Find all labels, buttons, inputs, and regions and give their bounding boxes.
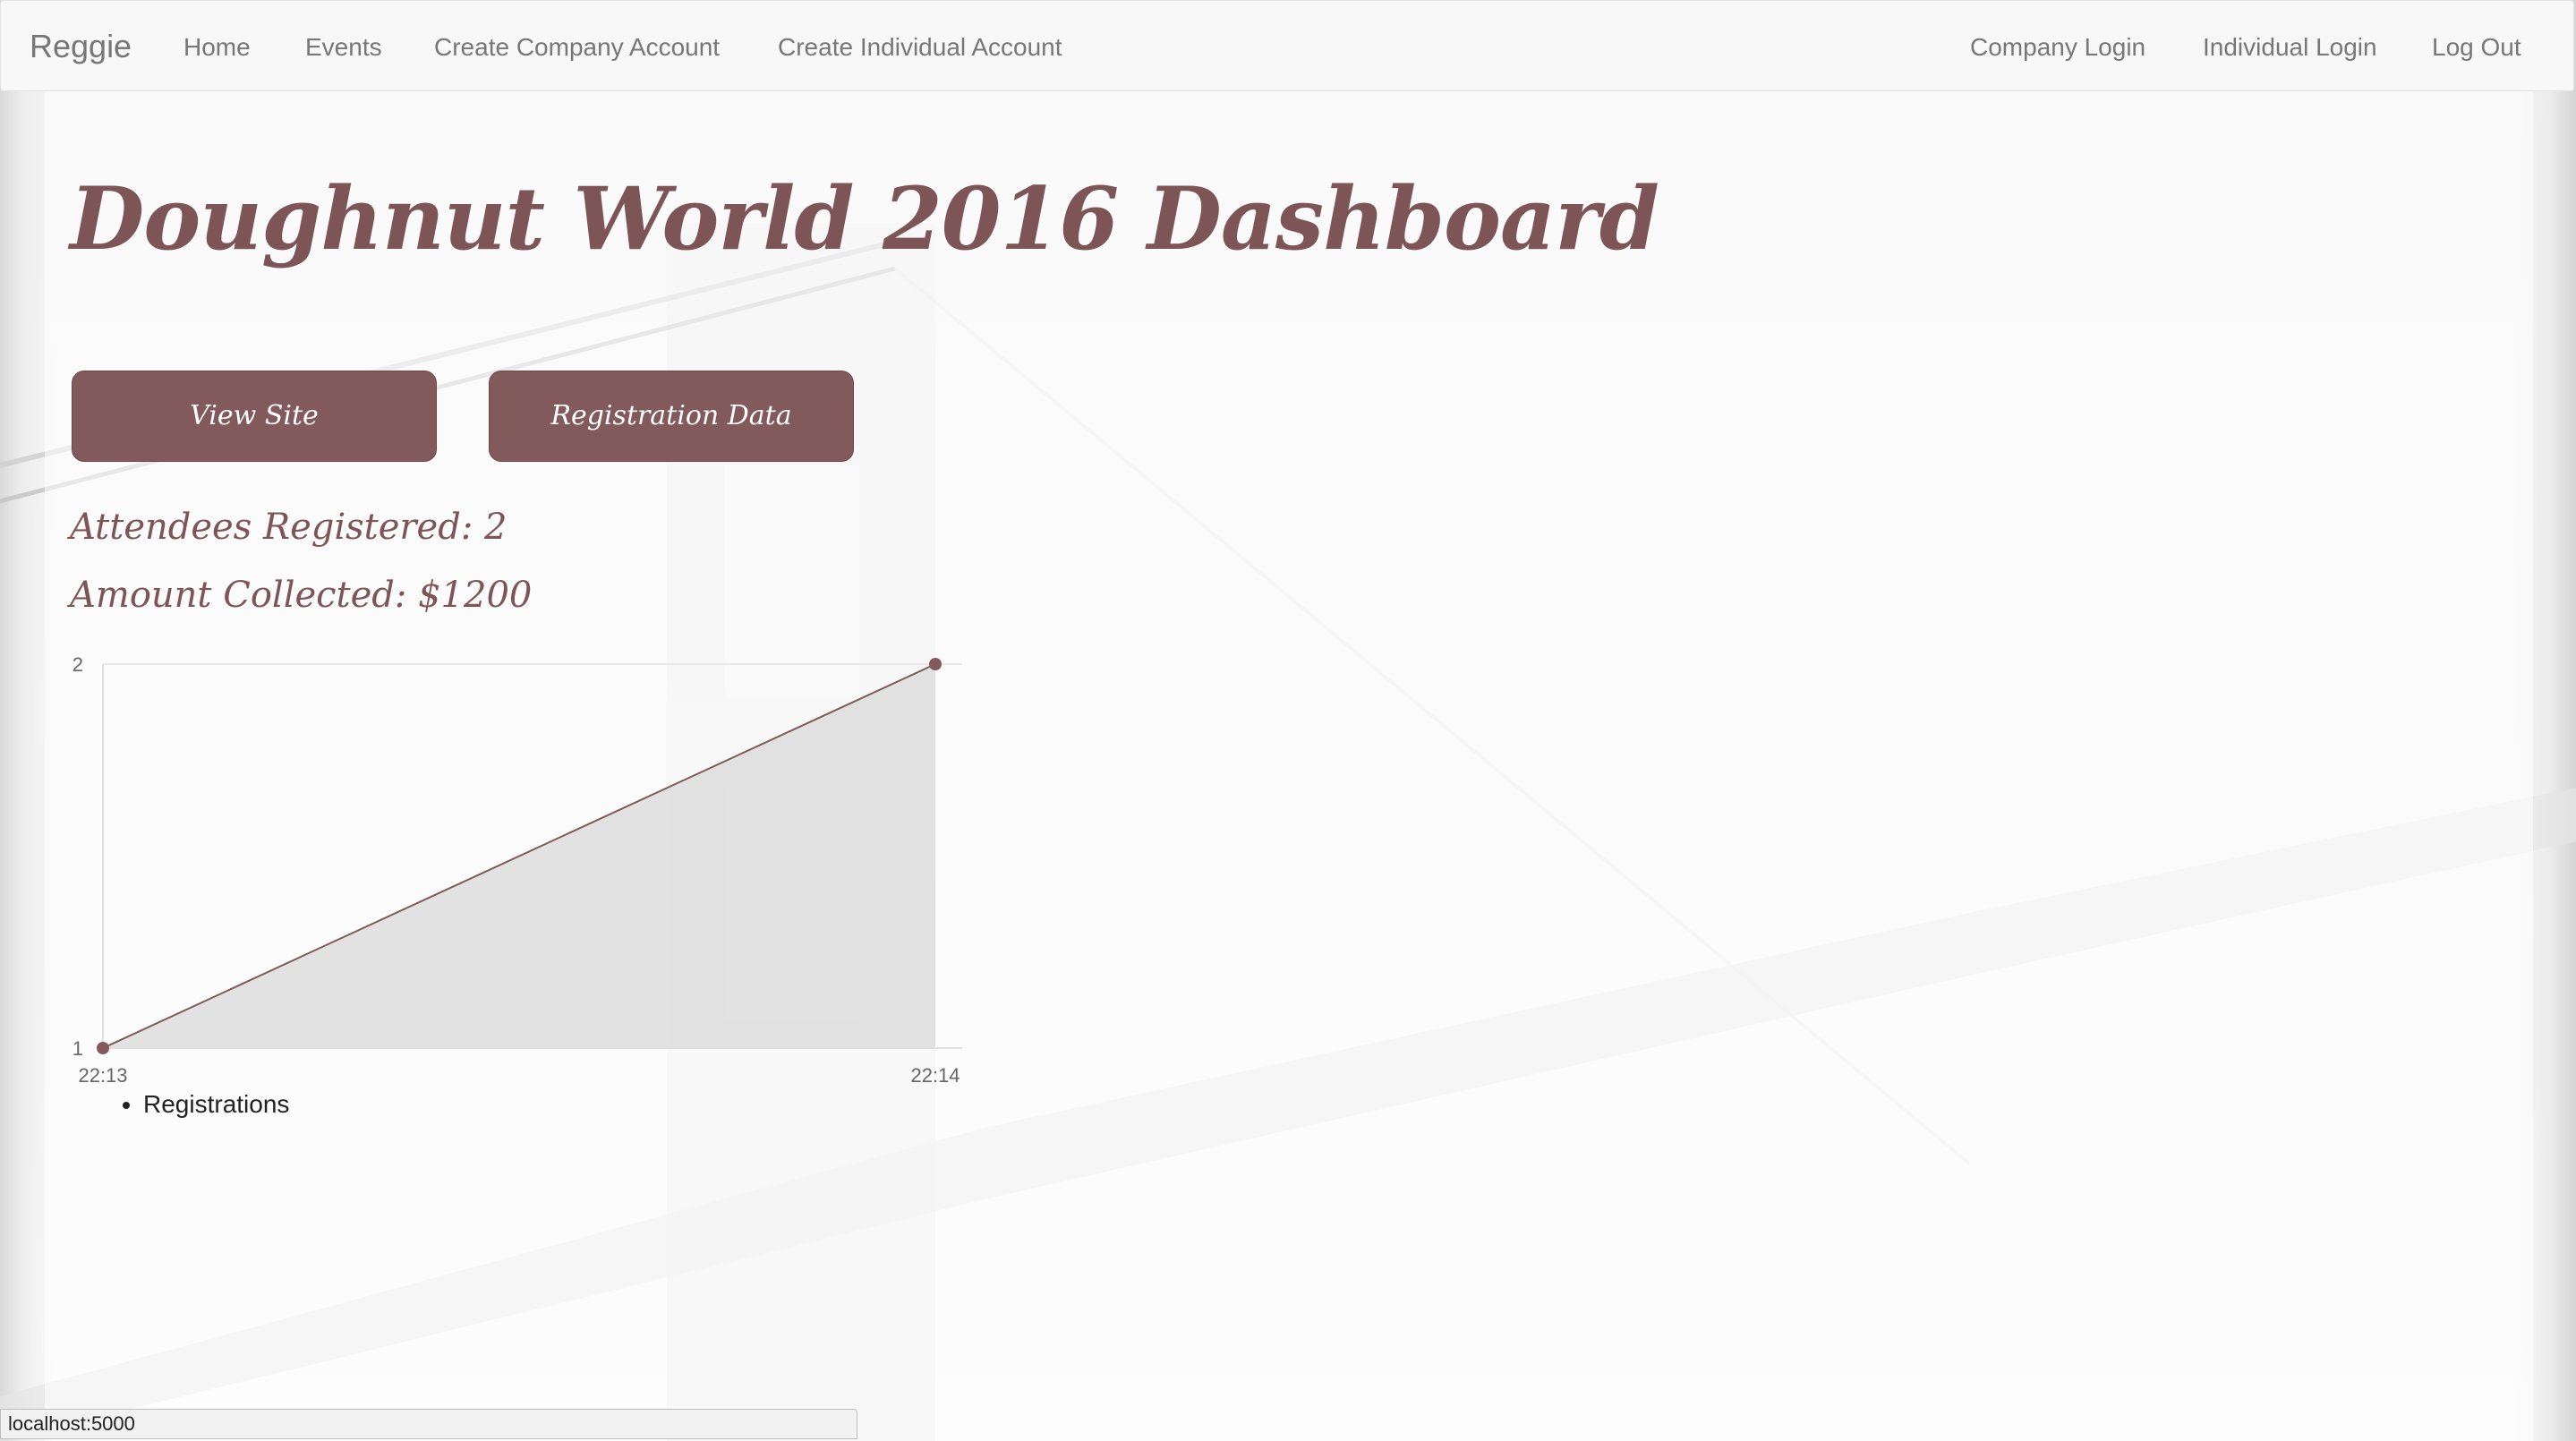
top-navbar: Reggie Home Events Create Company Accoun… <box>0 0 2574 91</box>
registrations-chart: 1 2 22:13 22:14 <box>73 653 962 1087</box>
nav-create-individual-account[interactable]: Create Individual Account <box>778 30 1062 65</box>
view-site-button[interactable]: View Site <box>72 371 437 462</box>
brand-logo[interactable]: Reggie <box>30 26 132 67</box>
registration-data-button[interactable]: Registration Data <box>489 371 854 462</box>
nav-individual-login[interactable]: Individual Login <box>2203 30 2377 65</box>
amount-collected: Amount Collected: $1200 <box>70 575 533 616</box>
attendees-registered: Attendees Registered: 2 <box>70 507 508 548</box>
data-point-1 <box>929 658 942 670</box>
x-tick-label: 22:14 <box>910 1064 960 1087</box>
chart-legend: Registrations <box>107 1090 289 1119</box>
page-title: Doughnut World 2016 Dashboard <box>70 168 1659 269</box>
browser-status-bar: localhost:5000 <box>0 1409 857 1439</box>
nav-home[interactable]: Home <box>183 30 251 65</box>
data-point-0 <box>97 1042 109 1054</box>
nav-create-company-account[interactable]: Create Company Account <box>434 30 720 65</box>
nav-company-login[interactable]: Company Login <box>1970 30 2145 65</box>
nav-events[interactable]: Events <box>305 30 382 65</box>
legend-item-registrations: Registrations <box>143 1090 289 1119</box>
y-tick-label: 2 <box>73 653 83 676</box>
x-tick-label: 22:13 <box>78 1064 127 1087</box>
y-tick-label: 1 <box>73 1037 83 1060</box>
nav-log-out[interactable]: Log Out <box>2432 30 2521 65</box>
